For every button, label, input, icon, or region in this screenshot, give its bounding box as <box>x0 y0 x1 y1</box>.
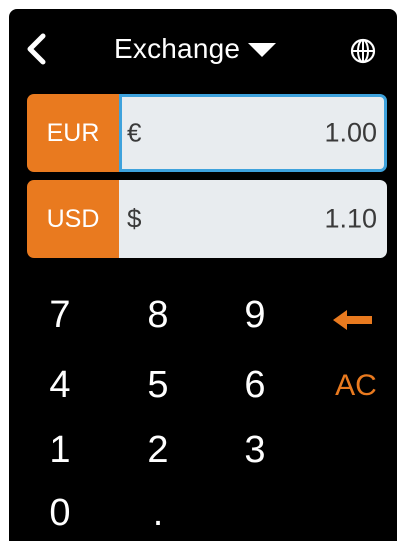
key-1[interactable]: 1 <box>45 431 75 469</box>
currency-row-usd: USD $ 1.10 <box>27 180 387 258</box>
key-9[interactable]: 9 <box>240 296 270 334</box>
key-decimal[interactable]: . <box>143 494 173 532</box>
clear-button[interactable]: AC <box>331 371 381 401</box>
currency-mode-dropdown[interactable]: Exchange <box>114 29 277 69</box>
chevron-left-icon <box>27 33 46 65</box>
key-4[interactable]: 4 <box>45 366 75 404</box>
page-title: Exchange <box>114 33 241 64</box>
currency-code-usd-button[interactable]: USD <box>27 180 119 258</box>
currency-symbol-eur: € <box>127 117 142 148</box>
key-8[interactable]: 8 <box>143 296 173 334</box>
caret-down-icon <box>248 43 277 57</box>
amount-field-usd[interactable]: $ 1.10 <box>119 180 387 258</box>
key-7[interactable]: 7 <box>45 296 75 334</box>
currency-symbol-usd: $ <box>127 203 142 234</box>
exchange-screen: Exchange EUR € 1.00 USD $ 1.10 7 8 9 4 5… <box>9 9 397 541</box>
globe-icon <box>350 38 376 64</box>
key-3[interactable]: 3 <box>240 431 270 469</box>
amount-value-eur: 1.00 <box>324 117 377 148</box>
header-bar: Exchange <box>9 9 397 87</box>
globe-button[interactable] <box>349 37 377 65</box>
key-5[interactable]: 5 <box>143 366 173 404</box>
key-6[interactable]: 6 <box>240 366 270 404</box>
key-0[interactable]: 0 <box>45 494 75 532</box>
amount-field-eur[interactable]: € 1.00 <box>119 94 387 172</box>
currency-code-eur-button[interactable]: EUR <box>27 94 119 172</box>
amount-value-usd: 1.10 <box>324 203 377 234</box>
back-button[interactable] <box>21 31 51 67</box>
backspace-arrow-icon <box>333 310 372 330</box>
backspace-button[interactable] <box>331 302 375 330</box>
key-2[interactable]: 2 <box>143 431 173 469</box>
currency-row-eur: EUR € 1.00 <box>27 94 387 172</box>
